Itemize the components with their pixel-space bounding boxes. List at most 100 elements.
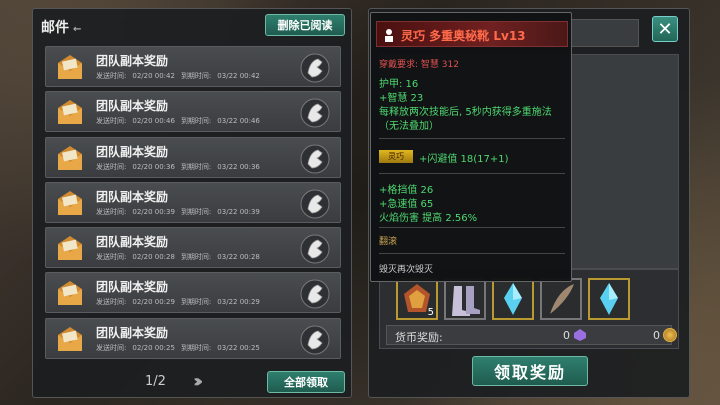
mail-meta: 发送时间: 02/20 00:39 到期时间: 03/22 00:39 — [96, 207, 266, 217]
delete-read-button[interactable]: 删除已阅读 — [265, 14, 345, 36]
envelope-icon — [58, 55, 82, 79]
crystal-icon — [600, 283, 618, 315]
claim-hand-icon[interactable] — [300, 144, 330, 174]
claim-hand-icon[interactable] — [300, 53, 330, 83]
claim-reward-button[interactable]: 领取奖励 — [472, 356, 588, 386]
divider — [379, 227, 565, 228]
reward-slot-crystal-1[interactable] — [492, 278, 534, 320]
expire-label: 到期时间: — [180, 117, 212, 126]
mail-title-text: 邮件 — [41, 20, 69, 36]
currency-reward-row: 货币奖励: 0 0 — [386, 325, 677, 345]
expire-label: 到期时间: — [180, 253, 212, 262]
mail-subject: 团队副本奖励 — [96, 280, 169, 295]
affix-tag: 灵巧 — [379, 150, 413, 163]
sent-label: 发送时间: — [96, 298, 127, 307]
reward-slot-crystal-2[interactable] — [588, 278, 630, 320]
gem-icon — [574, 329, 586, 341]
mail-subject: 团队副本奖励 — [96, 189, 169, 204]
mail-item[interactable]: 团队副本奖励 发送时间: 02/20 00:39 到期时间: 03/22 00:39 — [45, 181, 341, 223]
expire-label: 到期时间: — [180, 162, 212, 171]
mail-list: 团队副本奖励 发送时间: 02/20 00:42 到期时间: 03/22 00:42 团队… — [45, 46, 341, 363]
item-skill: 翻滚 — [379, 237, 398, 247]
gem-amount: 0 — [563, 329, 570, 342]
sent-label: 发送时间: — [96, 162, 127, 171]
sent-label: 发送时间: — [96, 343, 127, 352]
expire-time: 03/22 00:42 — [217, 72, 260, 80]
envelope-icon — [58, 281, 82, 306]
mail-meta: 发送时间: 02/20 00:25 到期时间: 03/22 00:25 — [96, 343, 266, 353]
mail-meta: 发送时间: 02/20 00:42 到期时间: 03/22 00:42 — [96, 71, 266, 81]
mail-item[interactable]: 团队副本奖励发送时间: 02/20 00:42 到期时间: 03/22 00:42 — [45, 46, 341, 87]
feather-icon — [550, 284, 574, 314]
sent-label: 发送时间: — [96, 72, 127, 80]
sent-time: 02/20 00:42 — [132, 72, 175, 80]
page-indicator: 1/2 — [145, 374, 166, 389]
sent-time: 02/20 00:39 — [132, 207, 175, 216]
sent-time: 02/20 00:28 — [132, 253, 175, 262]
mail-meta: 发送时间: 02/20 00:36 到期时间: 03/22 00:36 — [96, 162, 266, 172]
divider — [379, 138, 565, 139]
expire-time: 03/22 00:29 — [217, 298, 260, 307]
character-icon — [385, 29, 393, 42]
expire-time: 03/22 00:39 — [217, 207, 260, 216]
sent-label: 发送时间: — [96, 253, 127, 262]
item-armor: 护甲: 16 — [379, 79, 419, 90]
mail-meta: 发送时间: 02/20 00:29 到期时间: 03/22 00:29 — [96, 297, 266, 307]
mail-item[interactable]: 团队副本奖励 发送时间: 02/20 00:46 到期时间: 03/22 00:46 — [45, 91, 341, 133]
detail-header-bar — [569, 19, 639, 47]
expire-time: 03/22 00:25 — [217, 343, 260, 352]
expire-label: 到期时间: — [180, 343, 212, 352]
mail-item[interactable]: 团队副本奖励发送时间: 02/20 00:29 到期时间: 03/22 00:29 — [45, 272, 341, 314]
mail-subject: 团队副本奖励 — [96, 54, 169, 68]
sent-time: 02/20 00:29 — [132, 298, 175, 307]
sent-time: 02/20 00:46 — [132, 117, 175, 126]
claim-hand-icon[interactable] — [300, 279, 330, 309]
item-effect: 每释放两次技能后, 5秒内获得多重施法 — [379, 107, 552, 118]
reward-slot-helmet[interactable]: 5 — [396, 278, 438, 320]
envelope-icon — [58, 236, 82, 261]
item-tooltip: 灵巧 多重奥秘靴 Lv13 穿戴要求: 智慧 312 护甲: 16 +智慧 23… — [370, 12, 572, 282]
item-name: 灵巧 多重奥秘靴 Lv13 — [401, 29, 526, 43]
mail-item[interactable]: 团队副本奖励发送时间: 02/20 00:25 到期时间: 03/22 00:25 — [45, 317, 341, 359]
crystal-icon — [504, 283, 522, 315]
divider — [379, 253, 565, 254]
expire-label: 到期时间: — [180, 72, 212, 80]
mail-item[interactable]: 团队副本奖励 发送时间: 02/20 00:36 到期时间: 03/22 00:36 — [45, 136, 341, 178]
envelope-icon — [58, 100, 82, 125]
envelope-icon — [58, 326, 82, 351]
boots-icon — [452, 286, 480, 316]
item-flavor-text: 毁灭再次毁灭 — [379, 265, 434, 275]
sent-label: 发送时间: — [96, 117, 127, 126]
item-requirement: 穿戴要求: 智慧 312 — [379, 60, 459, 70]
close-button[interactable]: ✕ — [652, 16, 678, 42]
item-haste: +急速值 65 — [379, 199, 434, 210]
expire-time: 03/22 00:46 — [217, 117, 260, 126]
reward-slot-boots[interactable] — [444, 278, 486, 320]
claim-hand-icon[interactable] — [300, 98, 330, 128]
currency-label: 货币奖励: — [395, 331, 443, 344]
mail-title: 邮件 ← — [41, 17, 81, 37]
claim-hand-icon[interactable] — [300, 189, 330, 219]
coin-icon — [663, 328, 677, 342]
sent-label: 发送时间: — [96, 207, 127, 216]
back-arrow-icon: ← — [73, 24, 82, 35]
claim-all-button[interactable]: 全部领取 — [267, 371, 345, 393]
claim-hand-icon[interactable] — [300, 234, 330, 264]
claim-hand-icon[interactable] — [300, 325, 330, 355]
mail-subject: 团队副本奖励 — [96, 144, 169, 159]
expire-time: 03/22 00:36 — [217, 162, 260, 171]
envelope-icon — [58, 145, 82, 170]
coin-amount: 0 — [653, 329, 660, 342]
next-page-icon[interactable]: ››› — [193, 371, 204, 392]
mail-item[interactable]: 团队副本奖励 发送时间: 02/20 00:28 到期时间: 03/22 00:28 — [45, 227, 341, 269]
expire-label: 到期时间: — [180, 298, 212, 307]
reward-slot-feather[interactable] — [540, 278, 582, 320]
sent-time: 02/20 00:25 — [132, 343, 175, 352]
envelope-icon — [58, 190, 82, 215]
tooltip-header: 灵巧 多重奥秘靴 Lv13 — [376, 21, 568, 47]
mail-meta: 发送时间: 02/20 00:28 到期时间: 03/22 00:28 — [96, 252, 266, 262]
reward-slot-count: 5 — [427, 307, 434, 318]
mail-subject: 团队副本奖励 — [96, 325, 169, 340]
item-fire-damage: 火焰伤害 提高 2.56% — [379, 213, 478, 224]
mail-panel: 邮件 ← 删除已阅读 团队副本奖励 发送时间: 02/20 00:42 到期时间: 03/… — [32, 8, 352, 398]
